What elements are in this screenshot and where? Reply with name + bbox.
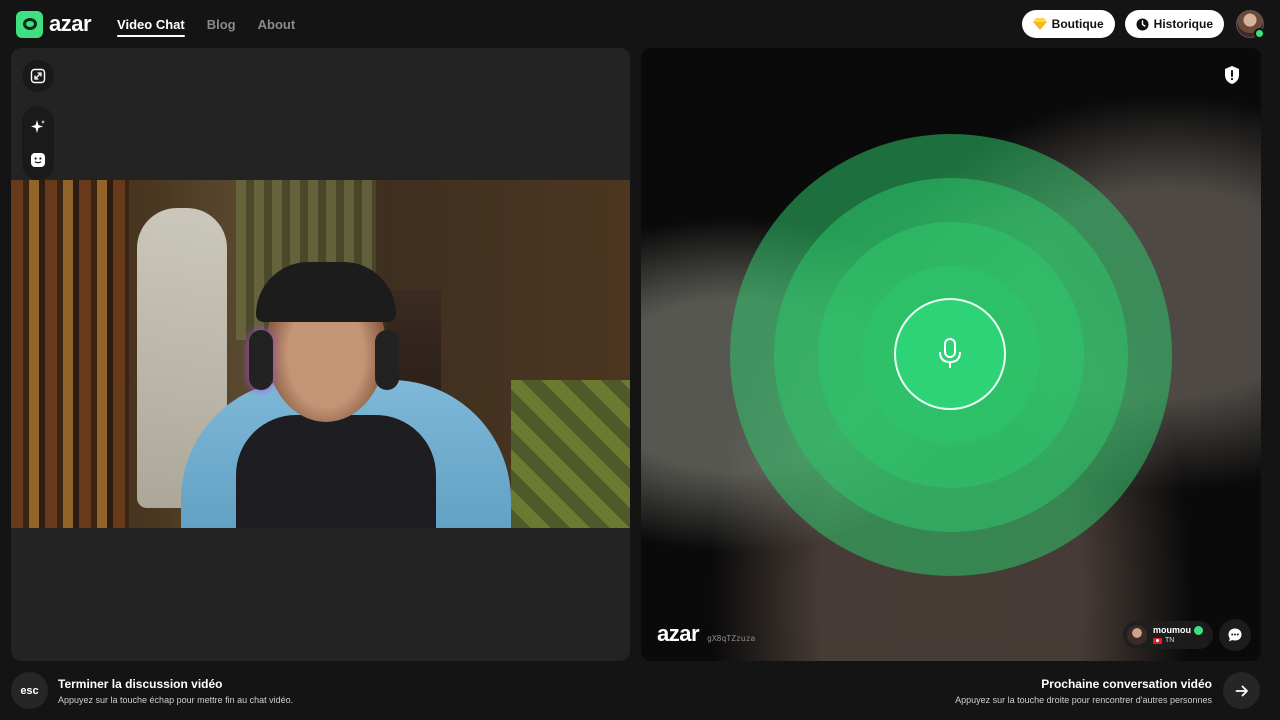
next-chat-title: Prochaine conversation vidéo: [1041, 677, 1212, 691]
ai-effects-button[interactable]: [22, 111, 54, 143]
online-status-dot: [1254, 28, 1265, 39]
shop-label: Boutique: [1051, 17, 1104, 31]
self-camera-feed: [11, 180, 630, 528]
history-button[interactable]: Historique: [1124, 10, 1224, 38]
partner-info: moumou TN: [1153, 626, 1203, 644]
remote-watermark: azar gX8qTZzuza: [657, 621, 755, 647]
end-chat-hint: Terminer la discussion vidéo Appuyez sur…: [58, 677, 293, 705]
face-icon: [31, 152, 45, 167]
next-chat-subtitle: Appuyez sur la touche droite pour rencon…: [955, 695, 1212, 705]
background-curtain: [11, 180, 129, 528]
background-wall: [511, 380, 630, 528]
expand-icon: [30, 68, 46, 84]
end-chat-subtitle: Appuyez sur la touche échap pour mettre …: [58, 695, 294, 705]
partner-avatar: [1127, 625, 1147, 645]
top-navigation-bar: azar Video Chat Blog About Boutique Hist…: [0, 0, 1280, 48]
azar-logo[interactable]: azar: [16, 10, 92, 38]
chat-button[interactable]: [1219, 619, 1251, 651]
nav-blog[interactable]: Blog: [207, 11, 236, 38]
end-chat-button[interactable]: esc: [11, 672, 48, 709]
report-shield-icon: [1225, 66, 1239, 84]
logo-text: azar: [49, 11, 92, 36]
partner-name: moumou: [1153, 625, 1191, 635]
effects-toolbar: [22, 106, 54, 180]
end-chat-title: Terminer la discussion vidéo: [58, 677, 223, 691]
tunisia-flag-icon: [1153, 637, 1162, 644]
report-button[interactable]: [1221, 64, 1243, 86]
partner-country: TN: [1165, 637, 1175, 644]
sparkle-icon: [31, 119, 45, 133]
self-video-panel: [11, 48, 630, 661]
remote-logo-text: azar: [657, 621, 700, 646]
clock-icon: [1136, 18, 1149, 30]
header-actions: Boutique Historique: [1021, 10, 1265, 39]
session-id: gX8qTZzuza: [707, 634, 756, 643]
remote-video-panel: azar gX8qTZzuza moumou TN: [641, 48, 1261, 661]
expand-button[interactable]: [22, 60, 54, 92]
arrow-right-icon: [1235, 685, 1248, 696]
headphone-right: [375, 330, 399, 390]
verified-badge-icon: [1194, 626, 1203, 635]
person-vest: [236, 415, 436, 528]
chat-bubble-icon: [1228, 628, 1242, 642]
next-chat-hint: Prochaine conversation vidéo Appuyez sur…: [955, 677, 1212, 705]
microphone-icon: [939, 338, 961, 368]
face-filter-button[interactable]: [22, 144, 54, 176]
next-chat-button[interactable]: [1223, 672, 1260, 709]
main-nav: Video Chat Blog About: [117, 11, 295, 38]
gem-icon: [1032, 18, 1047, 30]
profile-avatar[interactable]: [1236, 10, 1265, 39]
nav-about[interactable]: About: [258, 11, 296, 38]
nav-video-chat[interactable]: Video Chat: [117, 11, 185, 38]
shop-button[interactable]: Boutique: [1021, 10, 1115, 38]
azar-logo-icon: [16, 10, 43, 38]
headphone-left: [249, 330, 273, 390]
history-label: Historique: [1153, 17, 1213, 31]
esc-key-label: esc: [20, 684, 39, 697]
partner-profile-chip[interactable]: moumou TN: [1123, 621, 1213, 649]
partner-name-row: moumou: [1153, 626, 1203, 635]
microphone-button[interactable]: [894, 298, 1006, 410]
footer-shortcuts: esc Terminer la discussion vidéo Appuyez…: [0, 672, 1280, 710]
partner-country-row: TN: [1153, 637, 1203, 644]
